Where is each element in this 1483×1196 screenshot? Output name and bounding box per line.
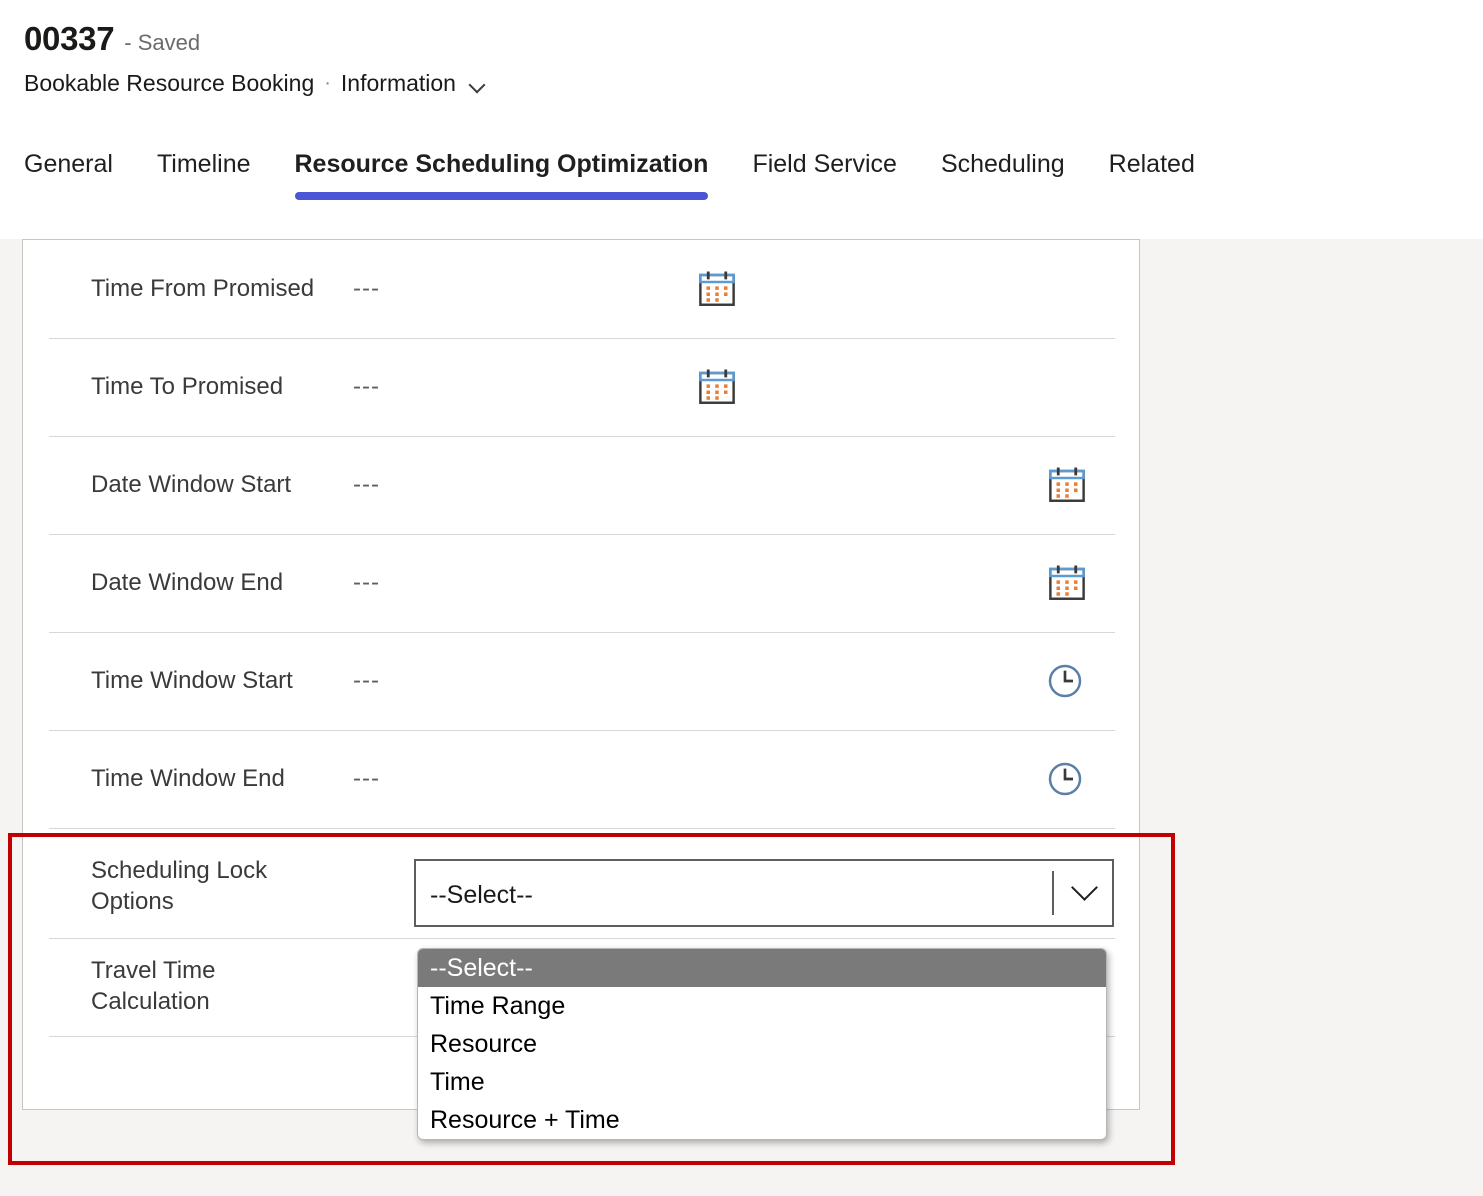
field-label: Time From Promised — [23, 274, 353, 305]
field-row-time-window-start: Time Window Start --- — [23, 632, 1139, 730]
field-label: Date Window End — [23, 568, 353, 599]
record-title-line: 00337 - Saved — [24, 20, 200, 58]
tab-field-service[interactable]: Field Service — [752, 145, 919, 183]
tab-label: General — [24, 150, 113, 178]
select-selected-value: --Select-- — [416, 881, 533, 910]
dropdown-option-select[interactable]: --Select-- — [418, 949, 1106, 987]
tab-general[interactable]: General — [24, 145, 135, 183]
page-background-left — [0, 239, 22, 1196]
dropdown-option-label: Time — [430, 1063, 485, 1101]
field-label-line-2: Options — [91, 887, 353, 918]
field-row-scheduling-lock-options: Scheduling Lock Options --Select-- — [23, 828, 1139, 938]
page-background-right — [1140, 239, 1483, 1196]
dropdown-option-resource[interactable]: Resource — [418, 1025, 1106, 1063]
clock-icon[interactable] — [1045, 759, 1085, 799]
field-value[interactable]: --- — [353, 765, 623, 793]
calendar-icon[interactable] — [1045, 464, 1089, 506]
dropdown-option-label: --Select-- — [430, 949, 533, 987]
clock-icon[interactable] — [1045, 661, 1085, 701]
field-label: Date Window Start — [23, 470, 353, 501]
field-row-date-window-start: Date Window Start --- — [23, 436, 1139, 534]
dropdown-option-time[interactable]: Time — [418, 1063, 1106, 1101]
form-selector-label[interactable]: Information — [341, 70, 456, 97]
calendar-icon[interactable] — [1045, 562, 1089, 604]
tab-related[interactable]: Related — [1109, 145, 1217, 183]
record-header: 00337 - Saved Bookable Resource Booking … — [0, 0, 1483, 130]
chevron-down-icon[interactable] — [1072, 878, 1098, 904]
field-value[interactable]: --- — [353, 275, 623, 303]
record-id: 00337 — [24, 20, 114, 58]
field-row-time-to-promised: Time To Promised --- — [23, 338, 1139, 436]
field-value[interactable]: --- — [353, 667, 623, 695]
field-label: Time Window End — [23, 764, 353, 795]
breadcrumb-separator: · — [324, 72, 331, 95]
calendar-icon[interactable] — [695, 366, 739, 408]
tab-strip: General Timeline Resource Scheduling Opt… — [0, 145, 1483, 215]
tab-label: Related — [1109, 150, 1195, 178]
tab-label: Timeline — [157, 150, 251, 178]
field-value[interactable]: --- — [353, 471, 623, 499]
tab-scheduling[interactable]: Scheduling — [941, 145, 1087, 183]
field-label-travel-time-calculation: Travel Time Calculation — [23, 956, 353, 1017]
tab-label: Resource Scheduling Optimization — [295, 150, 709, 178]
field-label: Time To Promised — [23, 372, 353, 403]
breadcrumb: Bookable Resource Booking · Information — [24, 70, 486, 97]
field-value[interactable]: --- — [353, 569, 623, 597]
scheduling-lock-options-dropdown-list[interactable]: --Select-- Time Range Resource Time Reso… — [417, 948, 1107, 1140]
dropdown-option-resource-plus-time[interactable]: Resource + Time — [418, 1101, 1106, 1139]
field-label-line-1: Travel Time — [91, 956, 353, 987]
field-label: Time Window Start — [23, 666, 353, 697]
field-row-date-window-end: Date Window End --- — [23, 534, 1139, 632]
breadcrumb-entity-name: Bookable Resource Booking — [24, 70, 314, 97]
field-row-time-from-promised: Time From Promised --- — [23, 240, 1139, 338]
dropdown-option-time-range[interactable]: Time Range — [418, 987, 1106, 1025]
select-divider — [1052, 871, 1054, 915]
record-save-status: - Saved — [124, 30, 200, 56]
dropdown-option-label: Resource — [430, 1025, 537, 1063]
field-label-line-2: Calculation — [91, 987, 353, 1018]
chevron-down-icon[interactable] — [470, 78, 486, 94]
field-row-time-window-end: Time Window End --- — [23, 730, 1139, 828]
tab-label: Field Service — [752, 150, 897, 178]
tab-label: Scheduling — [941, 150, 1065, 178]
calendar-icon[interactable] — [695, 268, 739, 310]
field-label-line-1: Scheduling Lock — [91, 856, 353, 887]
dropdown-option-label: Time Range — [430, 987, 565, 1025]
tab-resource-scheduling-optimization[interactable]: Resource Scheduling Optimization — [295, 145, 731, 183]
field-value[interactable]: --- — [353, 373, 623, 401]
tab-selected-indicator — [295, 192, 709, 200]
dropdown-option-label: Resource + Time — [430, 1101, 620, 1139]
scheduling-lock-options-select[interactable]: --Select-- — [414, 859, 1114, 927]
field-label-scheduling-lock-options: Scheduling Lock Options — [23, 828, 353, 917]
tab-timeline[interactable]: Timeline — [157, 145, 273, 183]
